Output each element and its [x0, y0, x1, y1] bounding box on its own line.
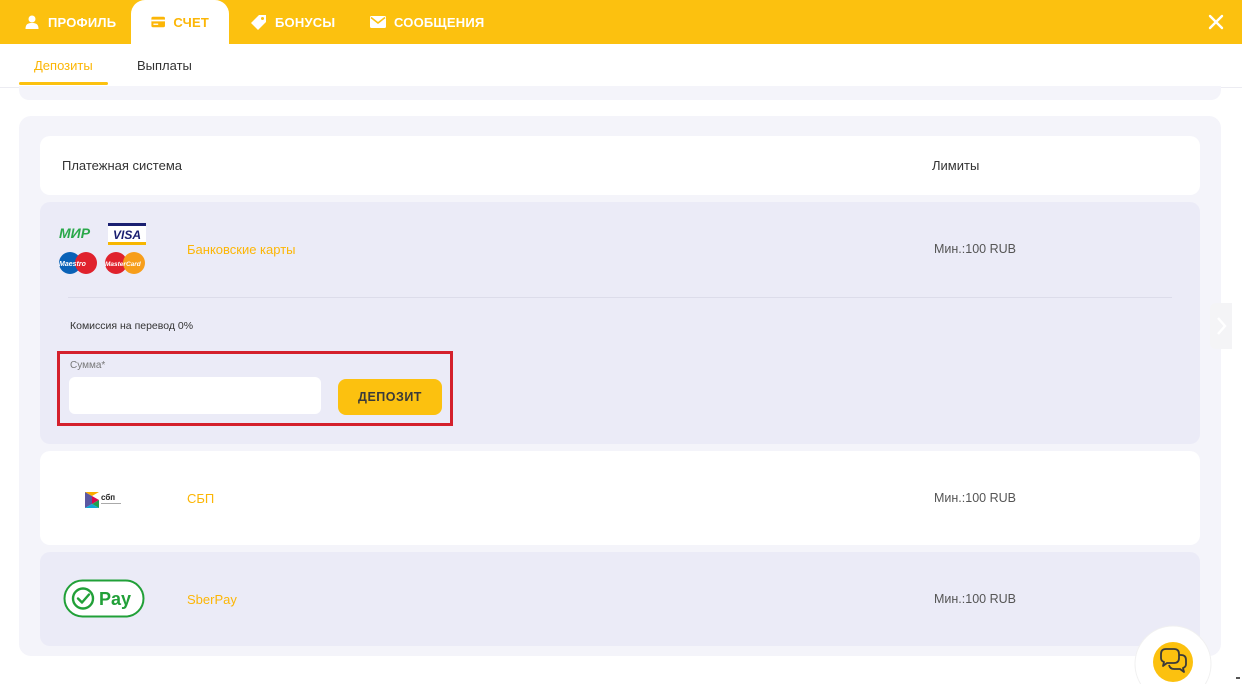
close-icon[interactable] — [1206, 12, 1226, 32]
method-name: Банковские карты — [187, 242, 296, 257]
tab-profile-label: ПРОФИЛЬ — [48, 14, 117, 30]
method-limit: Мин.:100 RUB — [934, 242, 1016, 256]
subtab-withdrawals[interactable]: Выплаты — [137, 58, 192, 73]
table-header: Платежная система Лимиты — [40, 136, 1200, 195]
chat-support-button[interactable] — [1133, 624, 1213, 689]
bank-cards-logo: МИР VISA Maestro MasterCard — [58, 222, 150, 278]
method-limit: Мин.:100 RUB — [934, 491, 1016, 505]
method-name: SberPay — [187, 592, 237, 607]
sbp-logo: сбп — [84, 490, 124, 510]
commission-text: Комиссия на перевод 0% — [70, 320, 194, 332]
card-icon — [151, 16, 165, 28]
deposit-button[interactable]: ДЕПОЗИТ — [338, 379, 442, 415]
active-subtab-indicator — [19, 82, 108, 85]
method-name: СБП — [187, 491, 215, 506]
visa-logo-text: VISA — [113, 228, 141, 242]
user-icon — [25, 15, 39, 29]
column-payment-system: Платежная система — [62, 158, 182, 173]
previous-card-edge — [19, 86, 1221, 100]
tab-account-label: СЧЕТ — [173, 14, 209, 30]
sbp-logo-text: сбп — [101, 493, 115, 502]
envelope-icon — [370, 16, 386, 28]
tab-bonuses-label: БОНУСЫ — [275, 14, 336, 30]
method-sberpay[interactable]: Pay SberPay Мин.:100 RUB — [40, 552, 1200, 646]
method-bank-cards[interactable]: МИР VISA Maestro MasterCard Банковские к… — [40, 202, 1200, 444]
column-limits: Лимиты — [932, 158, 980, 173]
account-subtabs: Депозиты Выплаты — [0, 44, 1242, 88]
method-sbp[interactable]: сбп СБП Мин.:100 RUB — [40, 451, 1200, 545]
sberpay-logo-text: Pay — [99, 589, 131, 609]
chevron-right-icon — [1217, 317, 1227, 335]
tab-profile[interactable]: ПРОФИЛЬ — [4, 0, 136, 44]
slider-handle[interactable] — [1210, 303, 1232, 349]
top-tab-bar: ПРОФИЛЬ СЧЕТ БОНУСЫ СООБЩЕНИЯ — [0, 0, 1242, 44]
tab-account[interactable]: СЧЕТ — [131, 0, 229, 44]
maestro-logo-text: Maestro — [59, 261, 87, 268]
divider — [68, 297, 1172, 298]
tab-messages-label: СООБЩЕНИЯ — [394, 14, 485, 30]
subtab-deposits[interactable]: Депозиты — [34, 58, 93, 73]
method-limit: Мин.:100 RUB — [934, 592, 1016, 606]
tab-messages[interactable]: СООБЩЕНИЯ — [350, 0, 504, 44]
amount-label: Сумма* — [70, 360, 106, 371]
mastercard-logo-text: MasterCard — [105, 261, 142, 268]
tag-icon — [251, 14, 266, 30]
mir-logo-text: МИР — [59, 225, 91, 241]
corner-mark — [1236, 677, 1240, 679]
tab-bonuses[interactable]: БОНУСЫ — [230, 0, 355, 44]
amount-input[interactable] — [69, 377, 321, 414]
sberpay-logo: Pay — [63, 579, 145, 619]
